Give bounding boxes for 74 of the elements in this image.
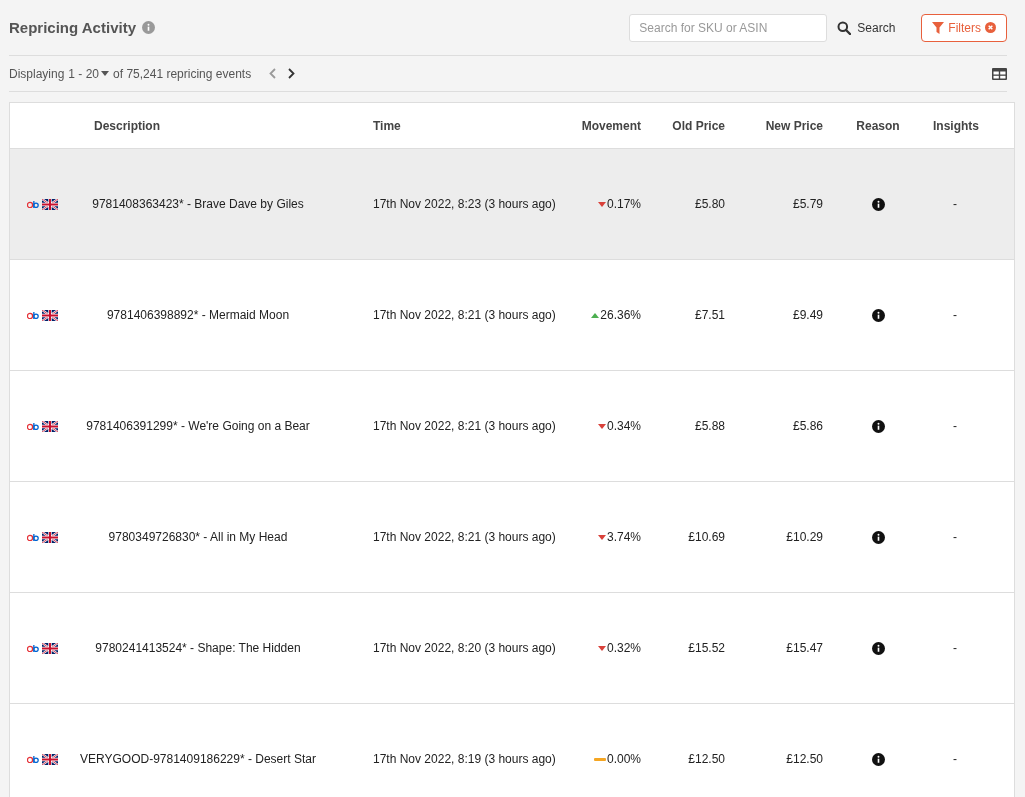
marketplace-logo-icon <box>27 200 39 208</box>
uk-flag-icon <box>42 420 58 432</box>
info-icon[interactable] <box>871 752 885 766</box>
clear-icon[interactable] <box>985 22 996 33</box>
search-icon <box>837 20 852 35</box>
time-cell-text: 17th Nov 2022, 8:19 (3 hours ago) <box>373 752 557 766</box>
time-cell-text: 17th Nov 2022, 8:21 (3 hours ago) <box>373 308 557 322</box>
old-price-cell-text: £7.51 <box>693 308 725 322</box>
time-cell-text: 17th Nov 2022, 8:20 (3 hours ago) <box>373 641 557 655</box>
marketplace-logo-icon <box>27 311 39 319</box>
column-header: Old Price <box>671 118 725 133</box>
pagination-total: of 75,241 repricing events <box>113 66 252 81</box>
movement-cell: 0.34% <box>606 419 641 433</box>
info-icon[interactable] <box>871 197 885 211</box>
insights-cell-text: - <box>952 752 958 766</box>
info-icon[interactable] <box>871 419 885 433</box>
column-header: Description <box>93 118 161 133</box>
new-price-cell-text: £15.47 <box>785 641 823 655</box>
marketplace-logo-icon <box>27 422 39 430</box>
new-price-cell-text: £9.49 <box>791 308 823 322</box>
insights-cell-text: - <box>952 530 958 544</box>
filter-icon <box>932 21 945 34</box>
movement-cell: 3.74% <box>606 530 641 544</box>
description-cell-text: 9780349726830* - All in My Head <box>107 530 289 544</box>
column-header: New Price <box>764 118 823 133</box>
insights-cell-text: - <box>952 641 958 655</box>
description-cell-text: 9781408363423* - Brave Dave by Giles <box>91 197 305 211</box>
description-cell-text: 9781406398892* - Mermaid Moon <box>105 308 291 322</box>
movement-cell: 0.17% <box>606 197 641 211</box>
search-button[interactable]: Search <box>837 20 896 35</box>
marketplace-logo-icon <box>27 644 39 652</box>
insights-cell-text: - <box>952 308 958 322</box>
page-size-dropdown[interactable]: 1 - 20 <box>68 66 110 81</box>
uk-flag-icon <box>42 531 58 543</box>
uk-flag-icon <box>42 309 58 321</box>
new-price-cell-text: £10.29 <box>785 530 823 544</box>
time-cell-text: 17th Nov 2022, 8:21 (3 hours ago) <box>373 530 557 544</box>
old-price-cell-text: £10.69 <box>687 530 725 544</box>
search-field[interactable]: Search for SKU or ASIN <box>629 13 828 42</box>
info-icon[interactable] <box>871 641 885 655</box>
time-cell-text: 17th Nov 2022, 8:21 (3 hours ago) <box>373 419 557 433</box>
movement-cell: 0.32% <box>606 641 641 655</box>
column-header: Movement <box>580 118 641 133</box>
table-view-icon[interactable] <box>992 67 1007 80</box>
description-cell-text: 9780241413524* - Shape: The Hidden <box>94 641 302 655</box>
uk-flag-icon <box>42 198 58 210</box>
marketplace-logo-icon <box>27 755 39 763</box>
uk-flag-icon <box>42 642 58 654</box>
info-icon[interactable] <box>871 308 885 322</box>
old-price-cell-text: £12.50 <box>687 752 725 766</box>
movement-cell: 0.00% <box>606 752 641 766</box>
column-header: Time <box>373 118 402 133</box>
new-price-cell-text: £5.86 <box>791 419 823 433</box>
info-icon[interactable] <box>871 530 885 544</box>
new-price-cell-text: £5.79 <box>791 197 823 211</box>
filters-button[interactable]: Filters <box>921 13 1007 42</box>
marketplace-logo-icon <box>27 533 39 541</box>
uk-flag-icon <box>42 753 58 765</box>
table-row[interactable]: 9781408363423* - Brave Dave by Giles 17th Nov 2022, 8:23 (3 hours ago) 0.17% £5.80 £5.79 - <box>10 149 1014 260</box>
column-header: Insights <box>933 118 977 133</box>
time-cell-text: 17th Nov 2022, 8:23 (3 hours ago) <box>373 197 557 211</box>
description-cell-text: 9781406391299* - We're Going on a Bear <box>85 419 311 433</box>
insights-cell-text: - <box>952 419 958 433</box>
old-price-cell-text: £15.52 <box>687 641 725 655</box>
column-header: Reason <box>855 118 901 133</box>
description-cell: VERYGOOD-9781409186229* - Desert Star <box>79 752 317 766</box>
insights-cell-text: - <box>952 197 958 211</box>
caret-icon <box>101 71 110 76</box>
page-title: Repricing Activity <box>9 19 136 36</box>
old-price-cell-text: £5.80 <box>693 197 725 211</box>
new-price-cell-text: £12.50 <box>785 752 823 766</box>
old-price-cell-text: £5.88 <box>693 419 725 433</box>
pagination-label: Displaying <box>9 66 65 81</box>
movement-cell: 26.36% <box>600 308 641 322</box>
